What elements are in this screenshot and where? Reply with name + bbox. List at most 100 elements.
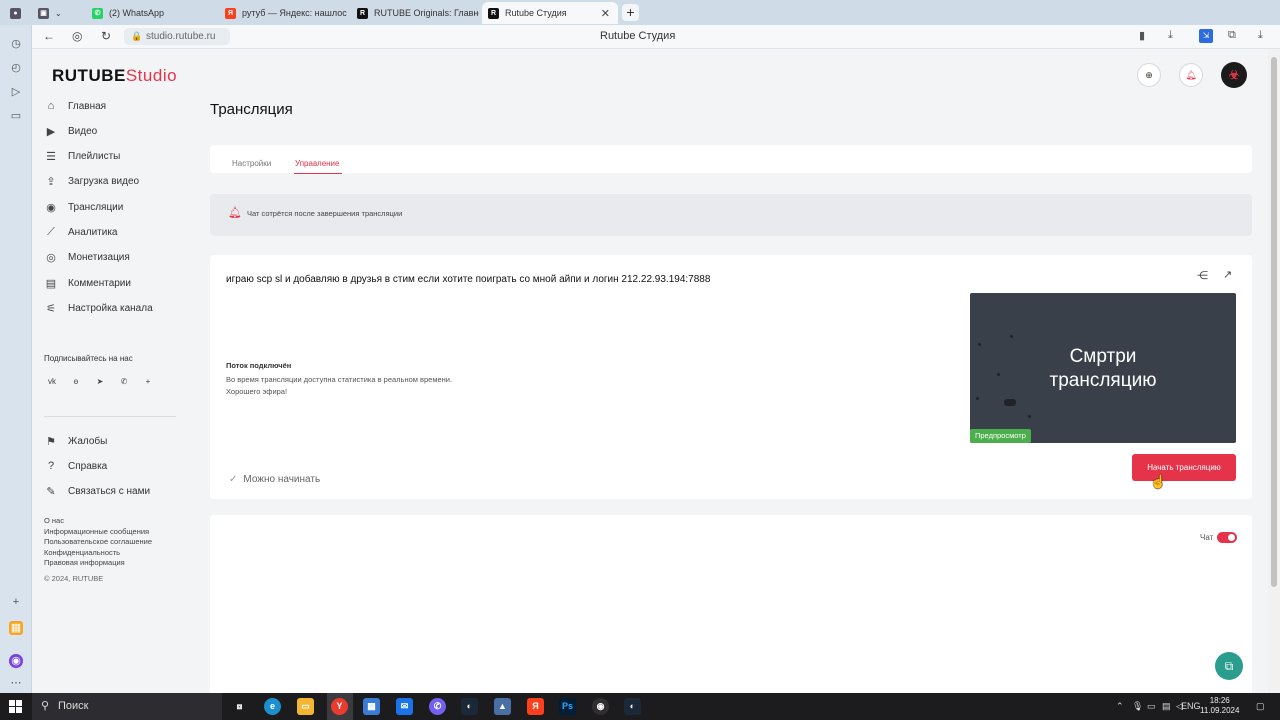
browser-tabbar: ● ▣ ⌄ ✆ (2) WhatsApp Ярутуб — Яндекс: нашл… [0,0,1280,25]
tab-management[interactable]: Управление [295,159,339,168]
app-icon[interactable]: ▲ [494,698,511,715]
chat-icon: ⧉ [1224,659,1234,673]
viber-icon[interactable]: ✆ [429,698,446,715]
sidebar-item-video[interactable]: ▶ Видео [44,122,97,140]
sidebar-item-contact[interactable]: ✎ Связаться с нами [44,482,150,500]
address-bar: ← ◎ ↻ 🔒 studio.rutube.ru Rutube Студия ▮ … [0,25,1280,49]
preview-dot [1028,415,1031,418]
download-icon[interactable]: ⤓ [1258,29,1263,42]
microphone-icon[interactable]: 🎙︎ [1132,701,1143,712]
chat-toggle[interactable] [1217,532,1237,543]
ok-icon[interactable]: ꙩ [68,374,84,390]
rutube-studio-logo[interactable]: RUTUBEStudio [52,66,177,86]
scrollbar-thumb[interactable] [1271,57,1277,587]
shield-icon[interactable]: ◎ [72,29,82,43]
sidebar-item-help[interactable]: ? Справка [44,457,107,475]
plus-icon[interactable]: + [9,595,23,609]
sidebar-item-playlists[interactable]: ☰ Плейлисты [44,147,120,165]
sidebar-item-label: Комментарии [68,277,131,289]
display-icon[interactable]: ▭ [1147,701,1156,712]
download-icon[interactable]: ⤓ [1168,29,1173,42]
tab-settings[interactable]: Настройки [232,159,271,168]
steam-icon[interactable]: ◐ [624,698,641,715]
viber-icon[interactable]: ✆ [116,374,132,390]
steam-icon[interactable]: ◐ [461,698,478,715]
footer-link-legal[interactable]: Правовая информация [44,558,152,569]
avatar[interactable]: ☣ [1221,62,1247,88]
browser-tab-workspaces[interactable]: ▣ ⌄ [32,2,72,24]
telegram-icon[interactable]: ➤ [92,374,108,390]
lock-icon: 🔒 [131,31,143,41]
sidebar-item-home[interactable]: ⌂ Главная [44,97,106,115]
obs-icon[interactable]: ◉ [592,698,609,715]
sidebar-item-label: Настройка канала [68,302,153,314]
chat-label: Чат [1200,533,1214,542]
preview-dot [1010,335,1013,338]
browser-tab-rutube-originals[interactable]: R RUTUBE Originals: Главно [351,2,479,24]
url-text: studio.rutube.ru [146,31,216,42]
sidebar-item-comments[interactable]: ▤ Комментарии [44,274,131,292]
extension-icon[interactable]: ⇲ [1199,29,1213,43]
new-tab-button[interactable]: + [622,4,639,21]
taskbar-search[interactable]: ⚲ Поиск [32,693,222,720]
alice-icon[interactable]: ◉ [9,654,23,668]
sidebar-item-analytics[interactable]: ⟋ Аналитика [44,223,118,241]
app-icon[interactable]: ▦ [9,621,23,635]
task-view-icon[interactable]: ⧈ [231,698,248,715]
more-icon[interactable]: ⋯ [9,676,23,690]
page-scrollbar[interactable] [1268,49,1280,693]
yandex-icon[interactable]: Я [527,698,544,715]
sidebar-item-upload[interactable]: ⇪ Загрузка видео [44,172,139,190]
support-chat-button[interactable]: ⧉ [1215,652,1243,680]
explorer-icon[interactable]: ▭ [297,698,314,715]
start-stream-button[interactable]: Начать трансляцию [1132,454,1236,481]
sidebar-item-channel-settings[interactable]: ⚟ Настройка канала [44,299,153,317]
windows-start-icon[interactable] [9,700,22,713]
clock[interactable]: 18:26 11.09.2024 [1200,696,1239,716]
play-icon[interactable]: ▷ [9,85,23,99]
browser-tab-yandex[interactable]: Ярутуб — Яндекс: нашлось [219,2,347,24]
whatsapp-icon: ✆ [92,7,103,19]
sidebar-item-complaints[interactable]: ⚑ Жалобы [44,432,107,450]
external-link-icon[interactable]: ↗ [1223,268,1232,281]
browser-tab-rutube-studio[interactable]: R Rutube Студия ✕ [482,2,618,24]
footer-link-info[interactable]: Информационные сообщения [44,527,152,538]
history-icon[interactable]: ◴ [9,61,23,75]
sidebar-item-label: Видео [68,125,98,137]
back-icon[interactable]: ← [43,29,55,43]
browser-tab-whatsapp[interactable]: ✆ (2) WhatsApp [86,2,214,24]
footer-link-terms[interactable]: Пользовательское соглашение [44,537,152,548]
bookmark-icon[interactable]: ▮ [1139,29,1145,42]
mail-icon[interactable]: ✉ [396,698,413,715]
footer-link-privacy[interactable]: Конфиденциальность [44,548,152,559]
sidebar-item-label: Аналитика [68,226,118,238]
close-icon[interactable]: ✕ [601,7,610,20]
chevron-up-icon[interactable]: ⌃ [1116,701,1124,712]
photoshop-icon[interactable]: Ps [559,698,576,715]
network-icon[interactable]: ▤ [1162,701,1171,712]
store-icon[interactable]: ▦ [363,698,380,715]
vk-icon[interactable]: vk [44,374,60,390]
edge-icon[interactable]: e [264,698,281,715]
url-field[interactable]: 🔒 studio.rutube.ru [124,28,230,45]
sidebar-item-label: Главная [68,100,107,112]
browser-tab-profile[interactable]: ● [4,2,26,24]
more-icon[interactable]: + [140,374,156,390]
create-icon[interactable]: ⊕ [1137,63,1161,87]
tab-label: (2) WhatsApp [109,8,165,18]
ready-label: Можно начинать [243,474,321,485]
notifications-icon[interactable]: ▢ [1256,701,1265,712]
collections-icon[interactable]: ⧉ [1228,29,1236,42]
reload-icon[interactable]: ↻ [101,29,111,43]
language-indicator[interactable]: ENG [1181,701,1201,711]
footer-link-about[interactable]: О нас [44,516,152,527]
notification-bell-icon[interactable]: 🔔︎ [1179,63,1203,87]
share-icon[interactable]: ⋲ [1197,269,1208,282]
sidebar-item-broadcasts[interactable]: ◉ Трансляции [44,198,123,216]
stream-preview[interactable]: Смртри трансляцию Предпросмотр [970,293,1236,443]
notes-icon[interactable]: ▭ [9,109,23,123]
sidebar-item-monetization[interactable]: ◎ Монетизация [44,248,130,266]
rutube-icon: R [488,7,499,19]
yandex-browser-icon[interactable]: Y [331,698,348,715]
clock-icon[interactable]: ◷ [9,37,23,51]
